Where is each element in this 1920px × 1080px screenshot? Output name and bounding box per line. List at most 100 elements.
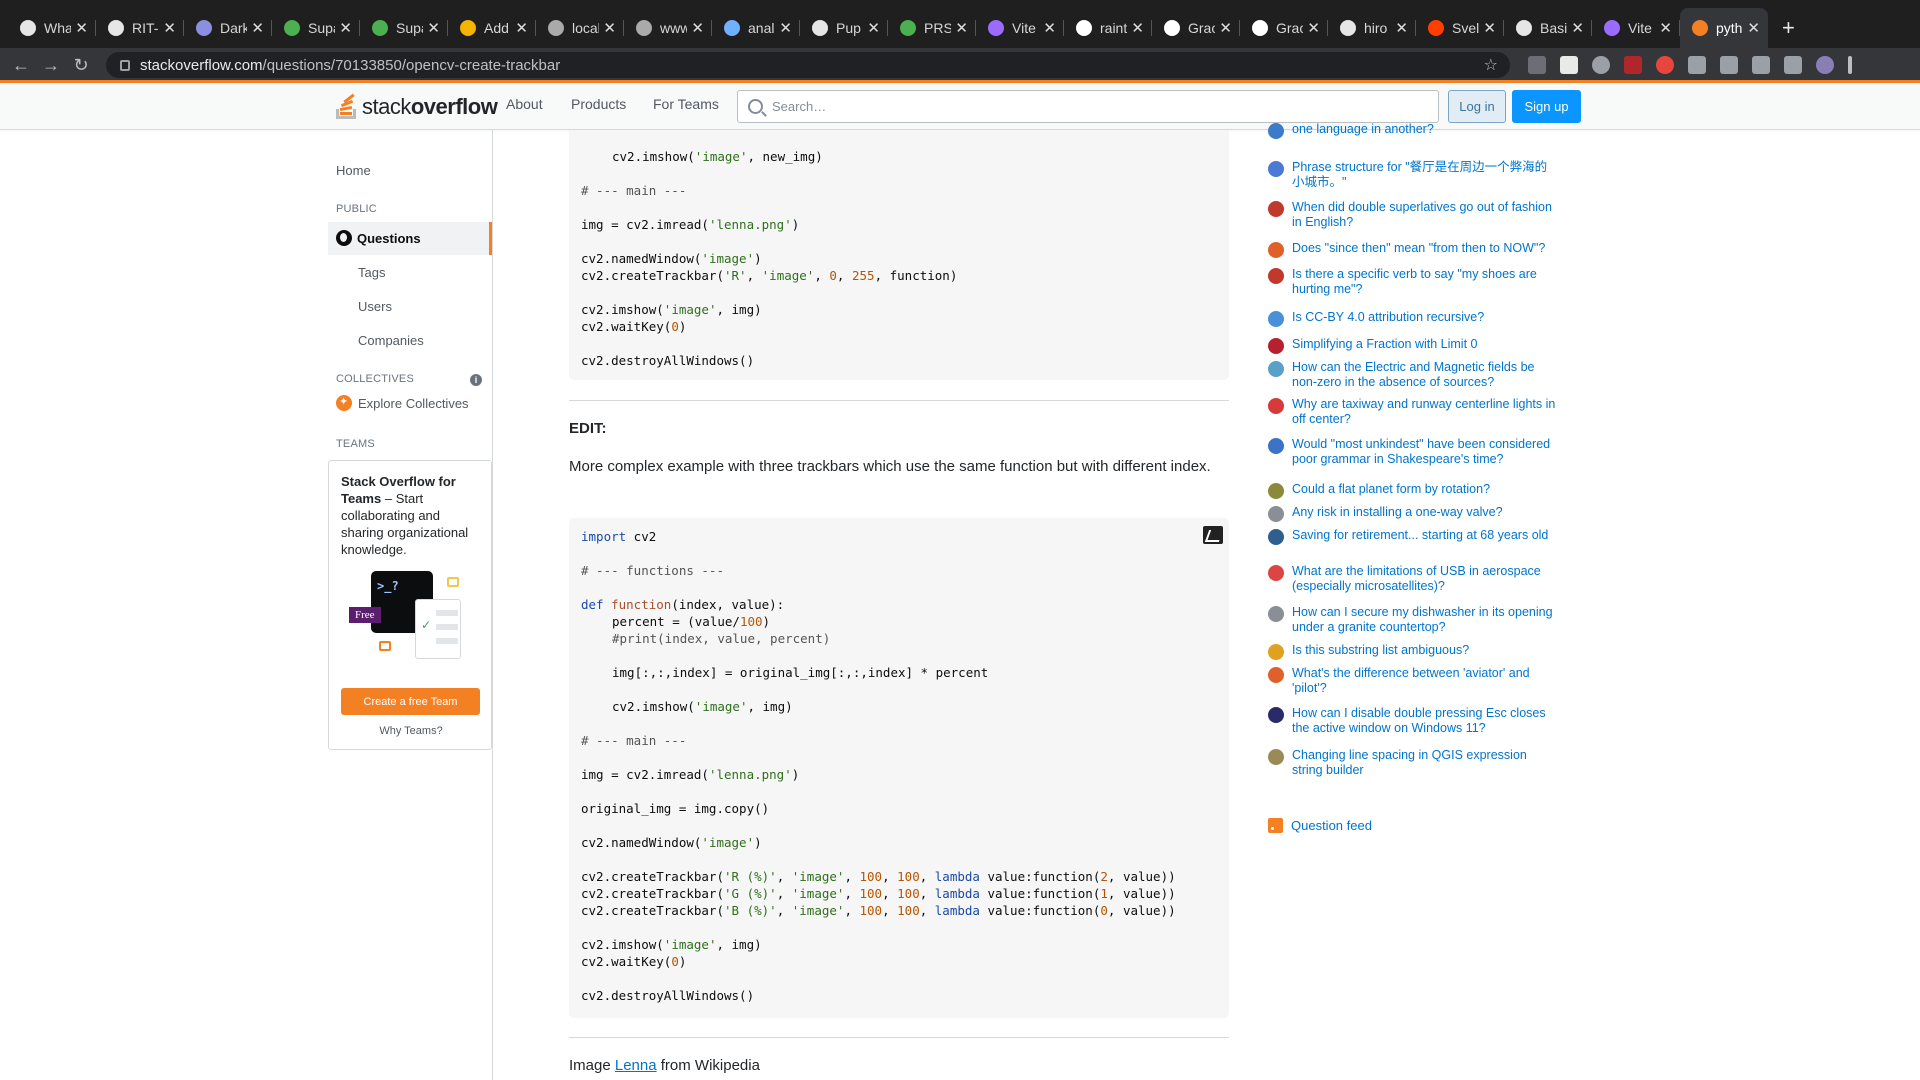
sidepanel-icon[interactable] [1784,56,1802,74]
browser-tab[interactable]: RIT- ✕ [96,8,184,48]
ublock-icon[interactable] [1624,56,1642,74]
flask-icon[interactable] [1720,56,1738,74]
close-tab-icon[interactable]: ✕ [251,19,264,37]
browser-tab[interactable]: Pup ✕ [800,8,888,48]
close-tab-icon[interactable]: ✕ [163,19,176,37]
site-favicon-icon [1268,529,1284,545]
browser-tab[interactable]: Basi ✕ [1504,8,1592,48]
code-block[interactable]: cv2.imshow('image', new_img) # --- main … [569,130,1229,380]
hot-question-link[interactable]: Any risk in installing a one-way valve? [1292,505,1558,522]
sidebar-item-home[interactable]: Home [336,163,371,178]
hot-question-link[interactable]: Simplifying a Fraction with Limit 0 [1292,337,1558,354]
why-teams-link[interactable]: Why Teams? [329,725,493,737]
close-tab-icon[interactable]: ✕ [779,19,792,37]
close-tab-icon[interactable]: ✕ [691,19,704,37]
nav-about[interactable]: About [506,96,543,112]
back-icon[interactable]: ← [6,55,36,76]
hot-question-link[interactable]: Is there a specific verb to say "my shoe… [1292,267,1558,297]
close-tab-icon[interactable]: ✕ [515,19,528,37]
hot-question-link[interactable]: When did double superlatives go out of f… [1292,200,1558,230]
close-tab-icon[interactable]: ✕ [603,19,616,37]
hot-question-link[interactable]: one language in another? [1292,122,1558,139]
hot-question-link[interactable]: Why are taxiway and runway centerline li… [1292,397,1558,427]
close-tab-icon[interactable]: ✕ [1131,19,1144,37]
puzzle-icon[interactable] [1688,56,1706,74]
signup-button[interactable]: Sign up [1512,90,1581,123]
browser-tab[interactable]: local ✕ [536,8,624,48]
close-tab-icon[interactable]: ✕ [1219,19,1232,37]
reload-icon[interactable]: ↻ [66,55,96,76]
browser-tab[interactable]: Svel ✕ [1416,8,1504,48]
close-tab-icon[interactable]: ✕ [955,19,968,37]
browser-tab[interactable]: raint ✕ [1064,8,1152,48]
stackoverflow-logo[interactable]: stackoverflow [334,89,498,121]
browser-tab[interactable]: Grac ✕ [1240,8,1328,48]
create-free-team-button[interactable]: Create a free Team [341,688,480,715]
lenna-link[interactable]: Lenna [615,1057,657,1074]
code-line: original_img = img.copy() [581,801,770,816]
edit-image-icon[interactable] [1203,526,1223,544]
sidebar-item-companies[interactable]: Companies [358,333,424,348]
hot-question-link[interactable]: How can the Electric and Magnetic fields… [1292,360,1558,390]
login-button[interactable]: Log in [1448,90,1506,123]
close-tab-icon[interactable]: ✕ [1747,19,1760,37]
browser-tab[interactable]: Grac ✕ [1152,8,1240,48]
search-input[interactable]: Search… [737,90,1439,123]
sidebar-item-tags[interactable]: Tags [358,265,385,280]
extension-icon[interactable] [1656,56,1674,74]
extension-icon[interactable] [1560,56,1578,74]
nav-products[interactable]: Products [571,96,626,112]
menu-kebab-icon[interactable] [1848,56,1852,74]
close-tab-icon[interactable]: ✕ [339,19,352,37]
hot-question-link[interactable]: How can I secure my dishwasher in its op… [1292,605,1558,635]
browser-tab[interactable]: hiro ✕ [1328,8,1416,48]
hot-question-link[interactable]: Would "most unkindest" have been conside… [1292,437,1558,467]
browser-tab[interactable]: Vite ✕ [1592,8,1680,48]
bookmark-star-icon[interactable]: ☆ [1484,55,1498,75]
sidebar-item-questions[interactable]: Questions [328,222,492,255]
browser-tab[interactable]: Dark ✕ [184,8,272,48]
browser-tab[interactable]: anal ✕ [712,8,800,48]
sidebar-item-explore-collectives[interactable]: Explore Collectives [358,396,469,411]
browser-tab[interactable]: Supa✕ [360,8,448,48]
hot-question-link[interactable]: Could a flat planet form by rotation? [1292,482,1558,499]
hot-question-link[interactable]: How can I disable double pressing Esc cl… [1292,706,1558,736]
browser-tab[interactable]: Supa✕ [272,8,360,48]
download-icon[interactable] [1752,56,1770,74]
browser-tab[interactable]: PRS ✕ [888,8,976,48]
close-tab-icon[interactable]: ✕ [1043,19,1056,37]
close-tab-icon[interactable]: ✕ [1307,19,1320,37]
close-tab-icon[interactable]: ✕ [867,19,880,37]
close-tab-icon[interactable]: ✕ [1395,19,1408,37]
profile-avatar-icon[interactable] [1816,56,1834,74]
question-feed-link[interactable]: Question feed [1268,818,1372,833]
close-tab-icon[interactable]: ✕ [1659,19,1672,37]
tab-title: Vite [1628,20,1652,36]
hot-question-link[interactable]: Changing line spacing in QGIS expression… [1292,748,1558,778]
hot-question-link[interactable]: Saving for retirement... starting at 68 … [1292,528,1558,545]
hot-question-link[interactable]: What's the difference between 'aviator' … [1292,666,1558,696]
hot-question-link[interactable]: What are the limitations of USB in aeros… [1292,564,1558,594]
nav-for-teams[interactable]: For Teams [653,96,719,112]
sidebar-item-users[interactable]: Users [358,299,392,314]
camera-icon[interactable] [1592,56,1610,74]
new-tab-icon[interactable]: + [1782,8,1795,48]
hot-question-link[interactable]: Phrase structure for "餐厅是在周边一个弊海的小城市。" [1292,160,1558,190]
address-bar[interactable]: stackoverflow.com /questions/70133850/op… [106,52,1510,78]
forward-icon[interactable]: → [36,55,66,76]
hot-question-link[interactable]: Is CC-BY 4.0 attribution recursive? [1292,310,1558,327]
info-icon[interactable]: i [470,374,482,386]
close-tab-icon[interactable]: ✕ [1571,19,1584,37]
close-tab-icon[interactable]: ✕ [75,19,88,37]
hot-question-link[interactable]: Is this substring list ambiguous? [1292,643,1558,660]
close-tab-icon[interactable]: ✕ [427,19,440,37]
browser-tab[interactable]: Add ✕ [448,8,536,48]
browser-tab[interactable]: Vite ✕ [976,8,1064,48]
close-tab-icon[interactable]: ✕ [1483,19,1496,37]
browser-tab[interactable]: What✕ [8,8,96,48]
hot-question-link[interactable]: Does "since then" mean "from then to NOW… [1292,241,1558,258]
extension-icon[interactable] [1528,56,1546,74]
code-block[interactable]: import cv2 # --- functions --- def funct… [569,518,1229,1018]
browser-tab[interactable]: www ✕ [624,8,712,48]
browser-tab[interactable]: pyth ✕ [1680,8,1768,48]
